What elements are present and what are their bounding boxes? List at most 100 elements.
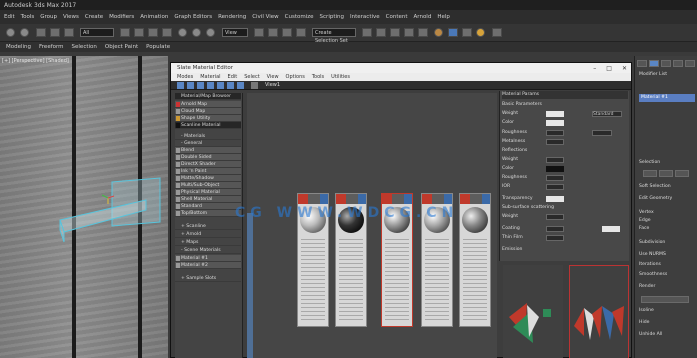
cmd-option[interactable]: Face xyxy=(639,226,649,231)
put-to-scene-icon[interactable] xyxy=(197,82,204,89)
refl-weight-spinner[interactable] xyxy=(546,157,564,163)
ribbon-tab-modeling[interactable]: Modeling xyxy=(6,44,31,50)
snaps-icon[interactable] xyxy=(268,28,278,37)
menu-interactive[interactable]: Interactive xyxy=(350,14,380,20)
refl-roughness-spinner[interactable] xyxy=(546,175,564,181)
close-button[interactable]: ✕ xyxy=(622,65,627,72)
browser-row[interactable]: Physical Material xyxy=(175,189,241,196)
sme-menu-modes[interactable]: Modes xyxy=(177,74,193,80)
ribbon-tab-freeform[interactable]: Freeform xyxy=(39,44,64,50)
layer-explorer-icon[interactable] xyxy=(390,28,400,37)
sss-weight-spinner[interactable] xyxy=(546,214,564,220)
material-editor-icon[interactable] xyxy=(434,28,443,37)
menu-scripting[interactable]: Scripting xyxy=(320,14,344,20)
menu-rendering[interactable]: Rendering xyxy=(218,14,246,20)
delete-selected-icon[interactable] xyxy=(217,82,224,89)
rollout-soft-selection[interactable]: Soft Selection xyxy=(639,184,671,189)
browser-row[interactable]: Blend xyxy=(175,147,241,154)
roughness-spinner[interactable] xyxy=(546,130,564,136)
redo-icon[interactable] xyxy=(20,28,29,37)
coating-color-swatch[interactable] xyxy=(602,226,620,232)
coating-spinner[interactable] xyxy=(546,226,564,232)
hide-unused-slots-icon[interactable] xyxy=(237,82,244,89)
rotate-icon[interactable] xyxy=(192,28,201,37)
browser-row[interactable]: Matte/Shadow xyxy=(175,175,241,182)
hide-button[interactable]: Hide xyxy=(639,320,649,325)
render-production-icon[interactable] xyxy=(492,28,502,37)
weight-spinner[interactable] xyxy=(546,111,564,117)
menu-customize[interactable]: Customize xyxy=(285,14,314,20)
browser-row[interactable]: Material #1 xyxy=(175,255,241,262)
browser-row[interactable]: Scanline Material xyxy=(175,122,241,129)
rendered-frame-icon[interactable] xyxy=(462,28,472,37)
assign-material-icon[interactable] xyxy=(207,82,214,89)
browser-row[interactable]: Top/Bottom xyxy=(175,210,241,217)
view-tab[interactable]: View1 xyxy=(265,82,280,88)
menu-help[interactable]: Help xyxy=(437,14,450,20)
sme-menu-options[interactable]: Options xyxy=(286,74,305,80)
pick-material-icon[interactable] xyxy=(187,82,194,89)
browser-row[interactable]: Cloud Map xyxy=(175,108,241,115)
mirror-icon[interactable] xyxy=(362,28,372,37)
modifier-list-dropdown[interactable]: Modifier List xyxy=(639,72,667,77)
browser-category[interactable]: + Scanline xyxy=(175,223,241,230)
browser-row[interactable]: Shape Utility xyxy=(175,115,241,122)
render-icon[interactable] xyxy=(476,28,485,37)
material-preview-left[interactable] xyxy=(503,265,563,358)
link-icon[interactable] xyxy=(36,28,46,37)
modifier-stack-item[interactable]: Material #1 xyxy=(639,94,695,102)
refl-color-swatch[interactable] xyxy=(546,166,564,172)
reference-coord-dropdown[interactable]: View xyxy=(222,28,248,37)
mode-dropdown[interactable]: Standard xyxy=(592,111,622,117)
rect-selection-icon[interactable] xyxy=(148,28,158,37)
select-by-name-icon[interactable] xyxy=(134,28,144,37)
rollout-selection[interactable]: Selection xyxy=(639,160,660,165)
rollout-subdivision[interactable]: Subdivision xyxy=(639,240,665,245)
menu-graph-editors[interactable]: Graph Editors xyxy=(174,14,212,20)
unhide-all-button[interactable]: Unhide All xyxy=(639,332,662,337)
vertex-icon[interactable] xyxy=(643,170,657,177)
curve-editor-icon[interactable] xyxy=(404,28,414,37)
move-children-icon[interactable] xyxy=(227,82,234,89)
isoline-check[interactable]: Isoline xyxy=(639,308,654,313)
browser-row[interactable]: Multi/Sub-Object xyxy=(175,182,241,189)
rollout-edit-geometry[interactable]: Edit Geometry xyxy=(639,196,672,201)
face-icon[interactable] xyxy=(675,170,689,177)
use-nurms-check[interactable]: Use NURMS xyxy=(639,252,666,257)
cmd-option[interactable]: Vertex xyxy=(639,210,654,215)
select-tool-icon[interactable] xyxy=(177,82,184,89)
update-button[interactable] xyxy=(641,296,689,303)
select-object-icon[interactable] xyxy=(120,28,130,37)
display-tab-icon[interactable] xyxy=(685,60,695,67)
undo-icon[interactable] xyxy=(6,28,15,37)
browser-category[interactable]: + Arnold xyxy=(175,231,241,238)
pivot-icon[interactable] xyxy=(254,28,264,37)
percent-snap-icon[interactable] xyxy=(296,28,306,37)
sme-menu-select[interactable]: Select xyxy=(244,74,259,80)
align-icon[interactable] xyxy=(376,28,386,37)
menu-group[interactable]: Group xyxy=(40,14,57,20)
bind-spacewarp-icon[interactable] xyxy=(64,28,74,37)
ribbon-tab-populate[interactable]: Populate xyxy=(146,44,170,50)
browser-row[interactable]: Standard xyxy=(175,203,241,210)
color-swatch[interactable] xyxy=(546,120,564,126)
menu-edit[interactable]: Edit xyxy=(4,14,15,20)
cmd-option[interactable]: Edge xyxy=(639,218,651,223)
browser-category[interactable]: - General xyxy=(175,140,241,147)
ribbon-tab-selection[interactable]: Selection xyxy=(72,44,97,50)
layout-all-icon[interactable] xyxy=(251,82,258,89)
browser-category[interactable]: - Materials xyxy=(175,133,241,140)
node-view[interactable]: CG WWW.WDCG.CN xyxy=(235,93,497,358)
create-tab-icon[interactable] xyxy=(637,60,647,67)
minimize-button[interactable]: – xyxy=(593,65,596,72)
window-crossing-icon[interactable] xyxy=(162,28,172,37)
browser-row[interactable]: Material #2 xyxy=(175,262,241,269)
sme-menu-view[interactable]: View xyxy=(267,74,279,80)
sme-menu-utilities[interactable]: Utilities xyxy=(331,74,350,80)
ribbon-tab-object-paint[interactable]: Object Paint xyxy=(105,44,138,50)
browser-row[interactable]: Arnold Map xyxy=(175,101,241,108)
transparency-swatch[interactable] xyxy=(546,196,564,202)
menu-views[interactable]: Views xyxy=(63,14,79,20)
scale-icon[interactable] xyxy=(206,28,215,37)
viewport-label[interactable]: [+] [Perspective] [Shaded] xyxy=(2,58,69,64)
